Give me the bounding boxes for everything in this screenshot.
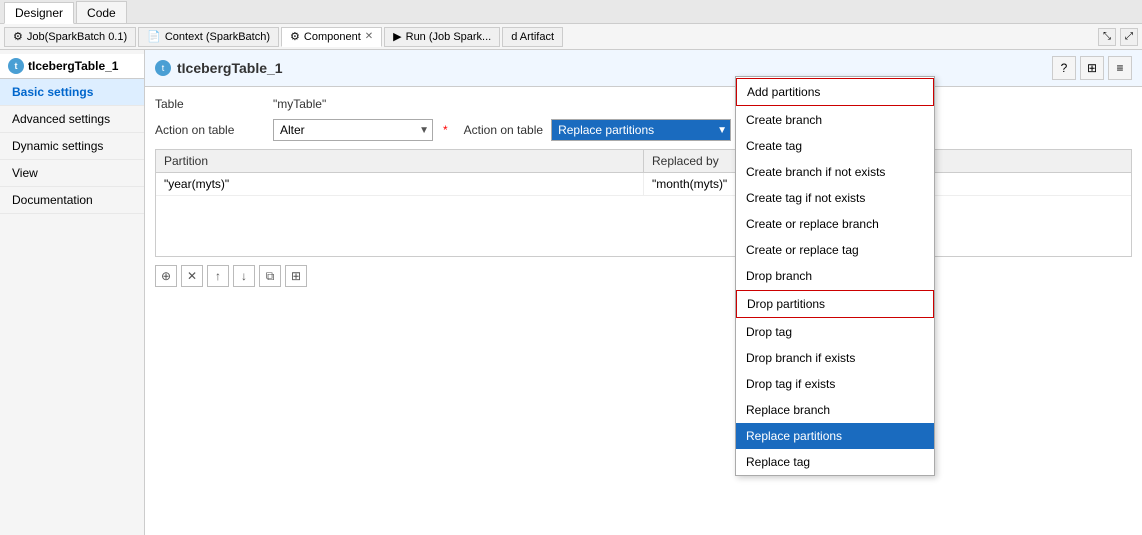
job-icon: ⚙ (13, 30, 23, 43)
add-row-button[interactable]: ⊕ (155, 265, 177, 287)
dropdown-item-7[interactable]: Drop branch (736, 263, 934, 289)
sidebar: t tIcebergTable_1 Basic settings Advance… (0, 50, 145, 535)
dropdown-item-4[interactable]: Create tag if not exists (736, 185, 934, 211)
ctx-tab-job[interactable]: ⚙ Job(SparkBatch 0.1) (4, 27, 136, 47)
sidebar-item-documentation[interactable]: Documentation (0, 187, 144, 214)
table-value: "myTable" (273, 97, 326, 111)
sidebar-item-dynamic-settings[interactable]: Dynamic settings (0, 133, 144, 160)
context-icon: 📄 (147, 30, 161, 43)
table-label: Table (155, 97, 265, 111)
dropdown-item-8[interactable]: Drop partitions (736, 290, 934, 318)
action-form-row: Action on table Alter Create Drop ▼ * Ac… (155, 119, 1132, 141)
panel-header: t tIcebergTable_1 ? ⊞ ≡ (145, 50, 1142, 87)
required-star: * (443, 123, 448, 137)
dropdown-item-6[interactable]: Create or replace tag (736, 237, 934, 263)
panel-component-icon: t (155, 60, 171, 76)
tab-code[interactable]: Code (76, 1, 127, 23)
table-row[interactable]: "year(myts)" "month(myts)" (156, 173, 1131, 196)
ctx-tab-component[interactable]: ⚙ Component ✕ (281, 27, 382, 47)
dropdown-item-5[interactable]: Create or replace branch (736, 211, 934, 237)
run-icon: ▶ (393, 30, 401, 43)
tab-designer[interactable]: Designer (4, 2, 74, 24)
action-select-wrapper-2: Replace partitions Add partitions Drop p… (551, 119, 731, 141)
grid-button[interactable]: ⊞ (1080, 56, 1104, 80)
copy-button[interactable]: ⧉ (259, 265, 281, 287)
move-up-button[interactable]: ↑ (207, 265, 229, 287)
ctx-tab-run[interactable]: ▶ Run (Job Spark... (384, 27, 500, 47)
action-select-wrapper: Alter Create Drop ▼ (273, 119, 433, 141)
dropdown-item-3[interactable]: Create branch if not exists (736, 159, 934, 185)
help-button[interactable]: ? (1052, 56, 1076, 80)
table-toolbar: ⊕ ✕ ↑ ↓ ⧉ ⊞ (155, 265, 1132, 287)
partition-table: Partition Replaced by "year(myts)" "mont… (155, 149, 1132, 257)
dropdown-item-1[interactable]: Create branch (736, 107, 934, 133)
panel-title: tIcebergTable_1 (177, 60, 1046, 76)
ctx-tab-context[interactable]: 📄 Context (SparkBatch) (138, 27, 279, 47)
paste-button[interactable]: ⊞ (285, 265, 307, 287)
minimize-button[interactable]: ⤡ (1098, 28, 1116, 46)
dropdown-item-12[interactable]: Replace branch (736, 397, 934, 423)
component-type-icon: t (8, 58, 24, 74)
sidebar-item-view[interactable]: View (0, 160, 144, 187)
remove-row-button[interactable]: ✕ (181, 265, 203, 287)
component-icon: ⚙ (290, 30, 300, 43)
cell-partition: "year(myts)" (156, 173, 644, 195)
dropdown-item-10[interactable]: Drop branch if exists (736, 345, 934, 371)
sidebar-item-basic-settings[interactable]: Basic settings (0, 79, 144, 106)
action-on-table-select[interactable]: Alter Create Drop (273, 119, 433, 141)
dropdown-item-2[interactable]: Create tag (736, 133, 934, 159)
expand-buttons: ⤡ ⤢ (1098, 28, 1138, 46)
dropdown-item-9[interactable]: Drop tag (736, 319, 934, 345)
maximize-button[interactable]: ⤢ (1120, 28, 1138, 46)
column-partition: Partition (156, 150, 644, 172)
action-label-2: Action on table (464, 123, 543, 137)
content-area: t tIcebergTable_1 ? ⊞ ≡ Table "myTable" … (145, 50, 1142, 535)
close-icon[interactable]: ✕ (365, 31, 373, 42)
panel-body: Table "myTable" Action on table Alter Cr… (145, 87, 1142, 297)
table-header: Partition Replaced by (156, 150, 1131, 173)
context-bar: ⚙ Job(SparkBatch 0.1) 📄 Context (SparkBa… (0, 24, 1142, 50)
table-empty-area (156, 196, 1131, 256)
action-label: Action on table (155, 123, 265, 137)
dropdown-item-13[interactable]: Replace partitions (736, 423, 934, 449)
action-on-table-select-2[interactable]: Replace partitions Add partitions Drop p… (551, 119, 731, 141)
component-panel: t tIcebergTable_1 ? ⊞ ≡ Table "myTable" … (145, 50, 1142, 535)
sidebar-item-advanced-settings[interactable]: Advanced settings (0, 106, 144, 133)
dropdown-item-11[interactable]: Drop tag if exists (736, 371, 934, 397)
dropdown-item-0[interactable]: Add partitions (736, 78, 934, 106)
dropdown-menu: Add partitionsCreate branchCreate tagCre… (735, 76, 935, 476)
tab-bar: Designer Code (0, 0, 1142, 24)
menu-button[interactable]: ≡ (1108, 56, 1132, 80)
component-title: tIcebergTable_1 (28, 59, 118, 73)
component-header: t tIcebergTable_1 (0, 54, 144, 79)
main-area: t tIcebergTable_1 Basic settings Advance… (0, 50, 1142, 535)
dropdown-item-14[interactable]: Replace tag (736, 449, 934, 475)
table-form-row: Table "myTable" (155, 97, 1132, 111)
panel-actions: ? ⊞ ≡ (1052, 56, 1132, 80)
ctx-tab-artifact[interactable]: d Artifact (502, 27, 563, 47)
move-down-button[interactable]: ↓ (233, 265, 255, 287)
